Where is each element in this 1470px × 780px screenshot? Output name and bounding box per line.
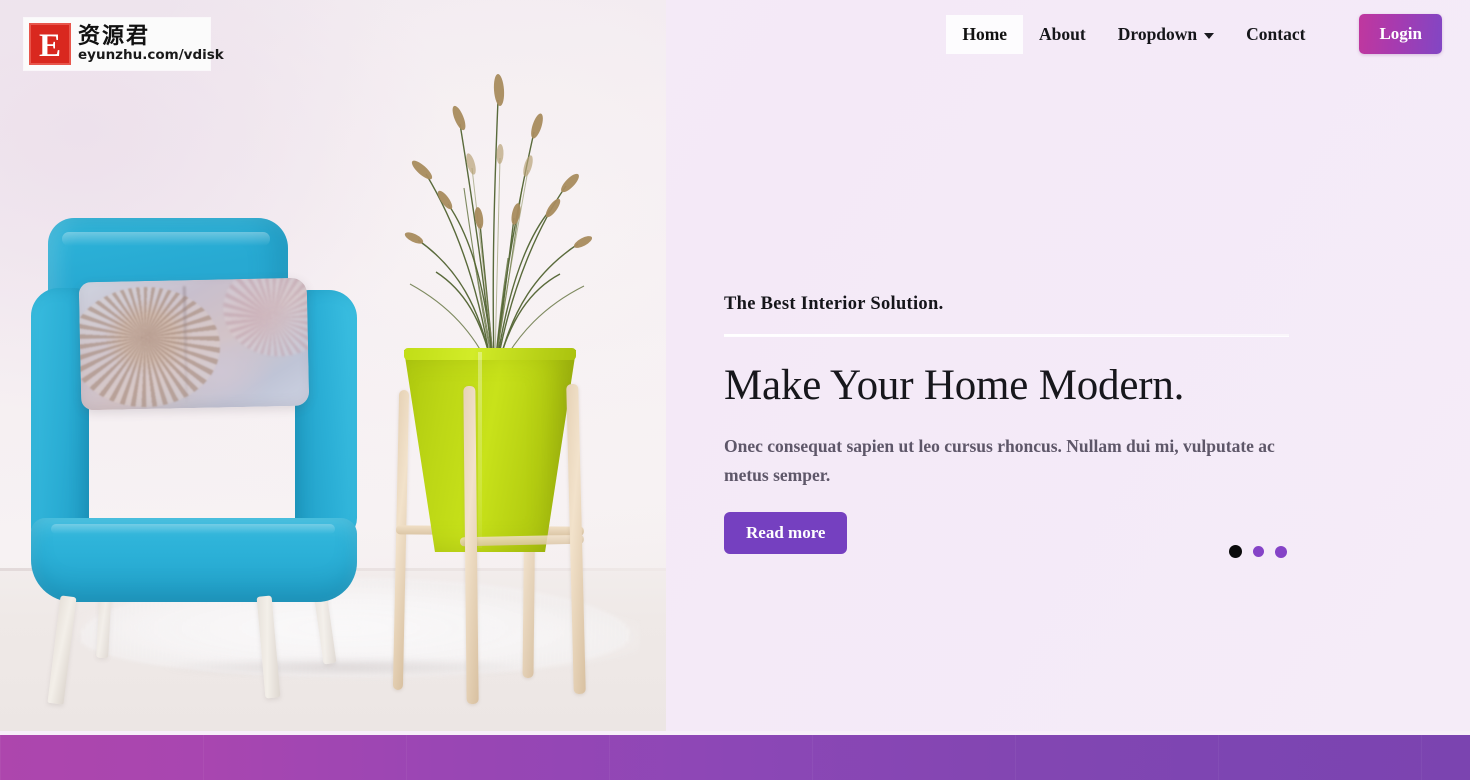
pot-edge-highlight <box>478 352 482 548</box>
pillow-flower-pattern-secondary <box>222 277 310 358</box>
hero-headline: Make Your Home Modern. <box>724 362 1185 409</box>
floral-pillow <box>78 277 310 411</box>
hero-image <box>0 0 666 735</box>
carousel-dot-1[interactable] <box>1229 545 1242 558</box>
carousel-dot-2[interactable] <box>1253 546 1264 557</box>
hero-text-block: The Best Interior Solution. Make Your Ho… <box>724 294 1294 554</box>
nav-item-about-label: About <box>1039 23 1086 44</box>
plant-stand-leg-1 <box>392 389 410 691</box>
nav-item-contact-label: Contact <box>1246 23 1306 44</box>
lime-green-pot <box>404 350 576 552</box>
logo-text-block: 资源君 eyunzhu.com/vdisk <box>78 23 224 63</box>
logo-chinese-name: 资源君 <box>78 23 151 49</box>
logo-url: eyunzhu.com/vdisk <box>78 46 224 63</box>
nav-item-home-label: Home <box>962 23 1008 44</box>
nav-item-dropdown[interactable]: Dropdown <box>1102 15 1230 54</box>
hero-divider <box>724 334 1289 336</box>
site-logo-watermark: E 资源君 eyunzhu.com/vdisk <box>24 18 224 70</box>
potted-plant <box>352 28 652 705</box>
plant-stand-brace-2 <box>459 534 585 547</box>
chair-seat <box>31 518 357 602</box>
nav-links: Home About Dropdown Contact Login <box>946 14 1442 54</box>
pillow-flower-pattern <box>78 285 222 409</box>
read-more-button[interactable]: Read more <box>724 511 848 554</box>
bottom-gradient-bar <box>0 731 1470 780</box>
nav-item-contact[interactable]: Contact <box>1230 15 1321 54</box>
hero-page: E 资源君 eyunzhu.com/vdisk Home About Dropd… <box>0 0 1470 780</box>
bottom-bar-bands <box>0 735 1470 780</box>
hero-eyebrow: The Best Interior Solution. <box>724 294 944 314</box>
carousel-dot-3[interactable] <box>1275 545 1287 558</box>
carousel-dots <box>1229 545 1287 558</box>
login-button[interactable]: Login <box>1359 14 1442 54</box>
pot-rim <box>404 348 576 360</box>
blue-armchair <box>18 218 373 705</box>
hero-body-text: Onec consequat sapien ut leo cursus rhon… <box>724 436 1275 485</box>
nav-item-dropdown-label: Dropdown <box>1117 23 1198 44</box>
nav-item-about[interactable]: About <box>1023 15 1102 54</box>
chevron-down-icon <box>1204 32 1215 39</box>
nav-item-home[interactable]: Home <box>946 14 1024 54</box>
logo-letter-e-icon: E <box>29 23 71 65</box>
